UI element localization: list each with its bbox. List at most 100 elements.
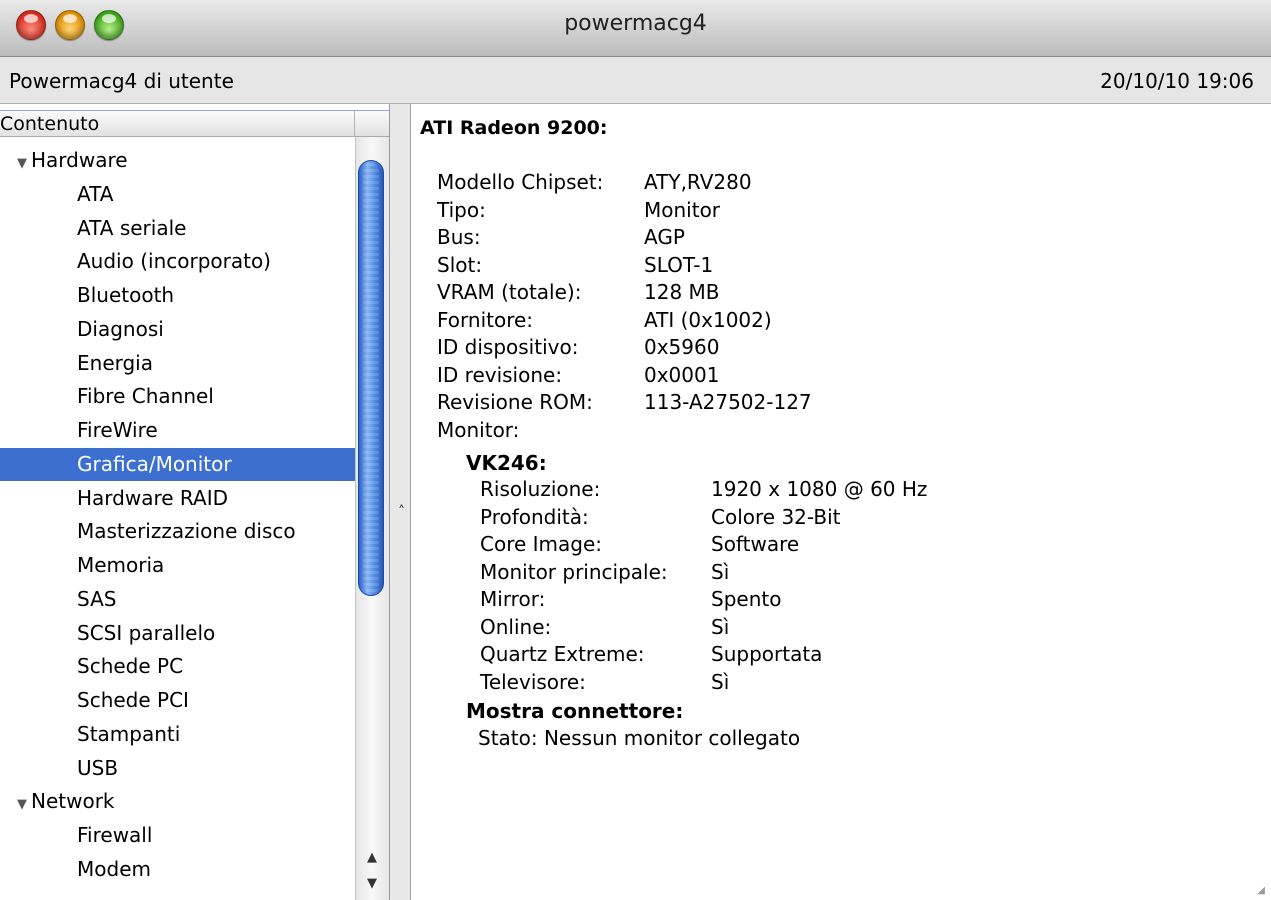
sidebar-item[interactable]: Bluetooth — [0, 279, 355, 312]
monitor-property-value: Spento — [711, 587, 782, 611]
detail-pane: ATI Radeon 9200: Modello Chipset: ATY,RV2… — [410, 104, 1271, 900]
sidebar-item[interactable]: Stampanti — [0, 718, 355, 751]
monitor-property-key: Monitor principale: — [480, 559, 668, 584]
window-title: powermacg4 — [564, 11, 707, 36]
property-value: ATI (0x1002) — [644, 307, 772, 332]
sidebar-item[interactable]: Schede PCI — [0, 684, 355, 717]
property-key: Bus: — [437, 225, 481, 249]
property-row: ID dispositivo: 0x5960 — [437, 335, 1037, 361]
sidebar-item[interactable]: Audio (incorporato) — [0, 245, 355, 278]
sidebar-item[interactable]: SCSI parallelo — [0, 617, 355, 650]
property-key: Modello Chipset: — [437, 170, 604, 194]
monitor-name: VK246: — [466, 451, 547, 475]
sidebar-item[interactable]: FireWire — [0, 414, 355, 447]
sidebar-item[interactable]: Schede PC — [0, 650, 355, 683]
property-value: 113-A27502-127 — [644, 390, 812, 414]
sidebar-group-hardware[interactable]: ▼ Hardware — [0, 144, 355, 177]
sidebar-group-network[interactable]: ▼ Network — [0, 785, 355, 818]
connector-heading: Mostra connettore: — [466, 699, 684, 723]
property-row: ID revisione: 0x0001 — [437, 363, 1037, 389]
disclosure-triangle-icon[interactable]: ▼ — [17, 788, 31, 821]
property-row: Tipo: Monitor — [437, 198, 1037, 224]
property-value: 0x5960 — [644, 335, 720, 359]
sidebar-item[interactable]: Memoria — [0, 549, 355, 582]
split-view-handle-icon[interactable]: ˄ — [398, 504, 405, 520]
sidebar-item-label: Fibre Channel — [77, 384, 214, 409]
property-key: Fornitore: — [437, 307, 534, 332]
contents-sidebar: Contenuto ▼ Hardware ATA ATA seriale Audio (… — [0, 104, 390, 900]
sidebar-item[interactable]: Firewall — [0, 819, 355, 852]
property-value: 128 MB — [644, 280, 720, 304]
scroll-up-arrow-icon[interactable]: ▲ — [358, 850, 386, 870]
device-heading: ATI Radeon 9200: — [420, 117, 608, 139]
monitor-property-value: Sì — [711, 559, 730, 584]
property-row: Fornitore: ATI (0x1002) — [437, 308, 1037, 334]
sidebar-item-label: USB — [77, 755, 119, 780]
sidebar-group-label: Hardware — [31, 148, 128, 172]
info-bar: Powermacg4 di utente 20/10/10 19:06 — [0, 57, 1271, 104]
monitor-property-key: Televisore: — [480, 669, 586, 694]
sidebar-scroll-thumb[interactable] — [358, 160, 384, 596]
sidebar-item-label: Memoria — [77, 553, 165, 577]
disclosure-triangle-icon[interactable]: ▼ — [17, 147, 31, 180]
sidebar-item-label: SAS — [77, 586, 117, 611]
monitor-property-value: Sì — [711, 669, 730, 694]
sidebar-item-label: FireWire — [77, 418, 158, 442]
property-row: VRAM (totale): 128 MB — [437, 280, 1037, 306]
property-value: ATY,RV280 — [644, 170, 752, 194]
sidebar-item[interactable]: ATA seriale — [0, 212, 355, 245]
monitor-property-key: Risoluzione: — [480, 477, 601, 501]
connector-status-row: Stato: Nessun monitor collegato — [478, 726, 800, 750]
sidebar-item[interactable]: USB — [0, 752, 355, 785]
sidebar-item[interactable]: Hardware RAID — [0, 482, 355, 515]
contents-column-header[interactable]: Contenuto — [0, 110, 389, 137]
resize-grip-icon[interactable]: ◢ — [1257, 885, 1265, 896]
sidebar-item-label: Schede PC — [77, 654, 184, 679]
property-value: 0x0001 — [644, 362, 720, 387]
monitor-property-value: Supportata — [711, 642, 823, 666]
property-value: Monitor — [644, 197, 721, 222]
monitor-property-row: Risoluzione: 1920 x 1080 @ 60 Hz — [480, 477, 1080, 503]
property-row: Bus: AGP — [437, 225, 1037, 251]
monitor-property-key: Online: — [480, 614, 552, 639]
sidebar-item-label: Modem — [77, 856, 151, 881]
monitor-property-row: Core Image: Software — [480, 532, 1080, 558]
monitor-property-row: Monitor principale: Sì — [480, 560, 1080, 586]
property-row: Revisione ROM: 113-A27502-127 — [437, 390, 1037, 416]
monitor-property-value: 1920 x 1080 @ 60 Hz — [711, 477, 928, 501]
monitor-property-row: Televisore: Sì — [480, 670, 1080, 696]
connector-status-key: Stato: — [478, 726, 538, 750]
sidebar-item[interactable]: Masterizzazione disco — [0, 515, 355, 548]
sidebar-item[interactable]: Diagnosi — [0, 313, 355, 346]
sidebar-item[interactable]: SAS — [0, 583, 355, 616]
report-datetime: 20/10/10 19:06 — [1100, 69, 1254, 93]
sidebar-item[interactable]: Fibre Channel — [0, 380, 355, 413]
monitor-property-row: Quartz Extreme: Supportata — [480, 642, 1080, 668]
sidebar-item-label: ATA seriale — [77, 215, 187, 240]
title-bar: powermacg4 — [0, 0, 1271, 57]
sidebar-group-label: Network — [31, 789, 115, 814]
sidebar-item-label: Grafica/Monitor — [77, 451, 232, 476]
sidebar-item-label: Firewall — [77, 823, 153, 847]
sidebar-item[interactable]: Grafica/Monitor — [0, 447, 355, 481]
property-value: SLOT-1 — [644, 252, 714, 277]
property-key: Slot: — [437, 252, 483, 277]
monitor-property-row: Profondità: Colore 32-Bit — [480, 505, 1080, 531]
property-key: Monitor: — [437, 417, 520, 442]
property-key: Tipo: — [437, 197, 486, 222]
sidebar-item[interactable]: Energia — [0, 347, 355, 380]
property-key: Revisione ROM: — [437, 390, 593, 414]
monitor-property-value: Colore 32-Bit — [711, 504, 841, 529]
scroll-down-arrow-icon[interactable]: ▼ — [358, 876, 386, 896]
monitor-property-row: Online: Sì — [480, 615, 1080, 641]
sidebar-item[interactable]: Modem — [0, 853, 355, 886]
monitor-property-key: Profondità: — [480, 504, 589, 529]
monitor-property-value: Software — [711, 532, 800, 556]
computer-name: Powermacg4 di utente — [9, 69, 234, 93]
sidebar-item-label: Audio (incorporato) — [77, 249, 271, 274]
sidebar-item-label: SCSI parallelo — [77, 620, 216, 645]
sidebar-item-label: Masterizzazione disco — [77, 519, 296, 544]
sidebar-item[interactable]: ATA — [0, 178, 355, 211]
sidebar-item-label: Hardware RAID — [77, 485, 228, 510]
connector-status-value: Nessun monitor collegato — [543, 726, 801, 750]
